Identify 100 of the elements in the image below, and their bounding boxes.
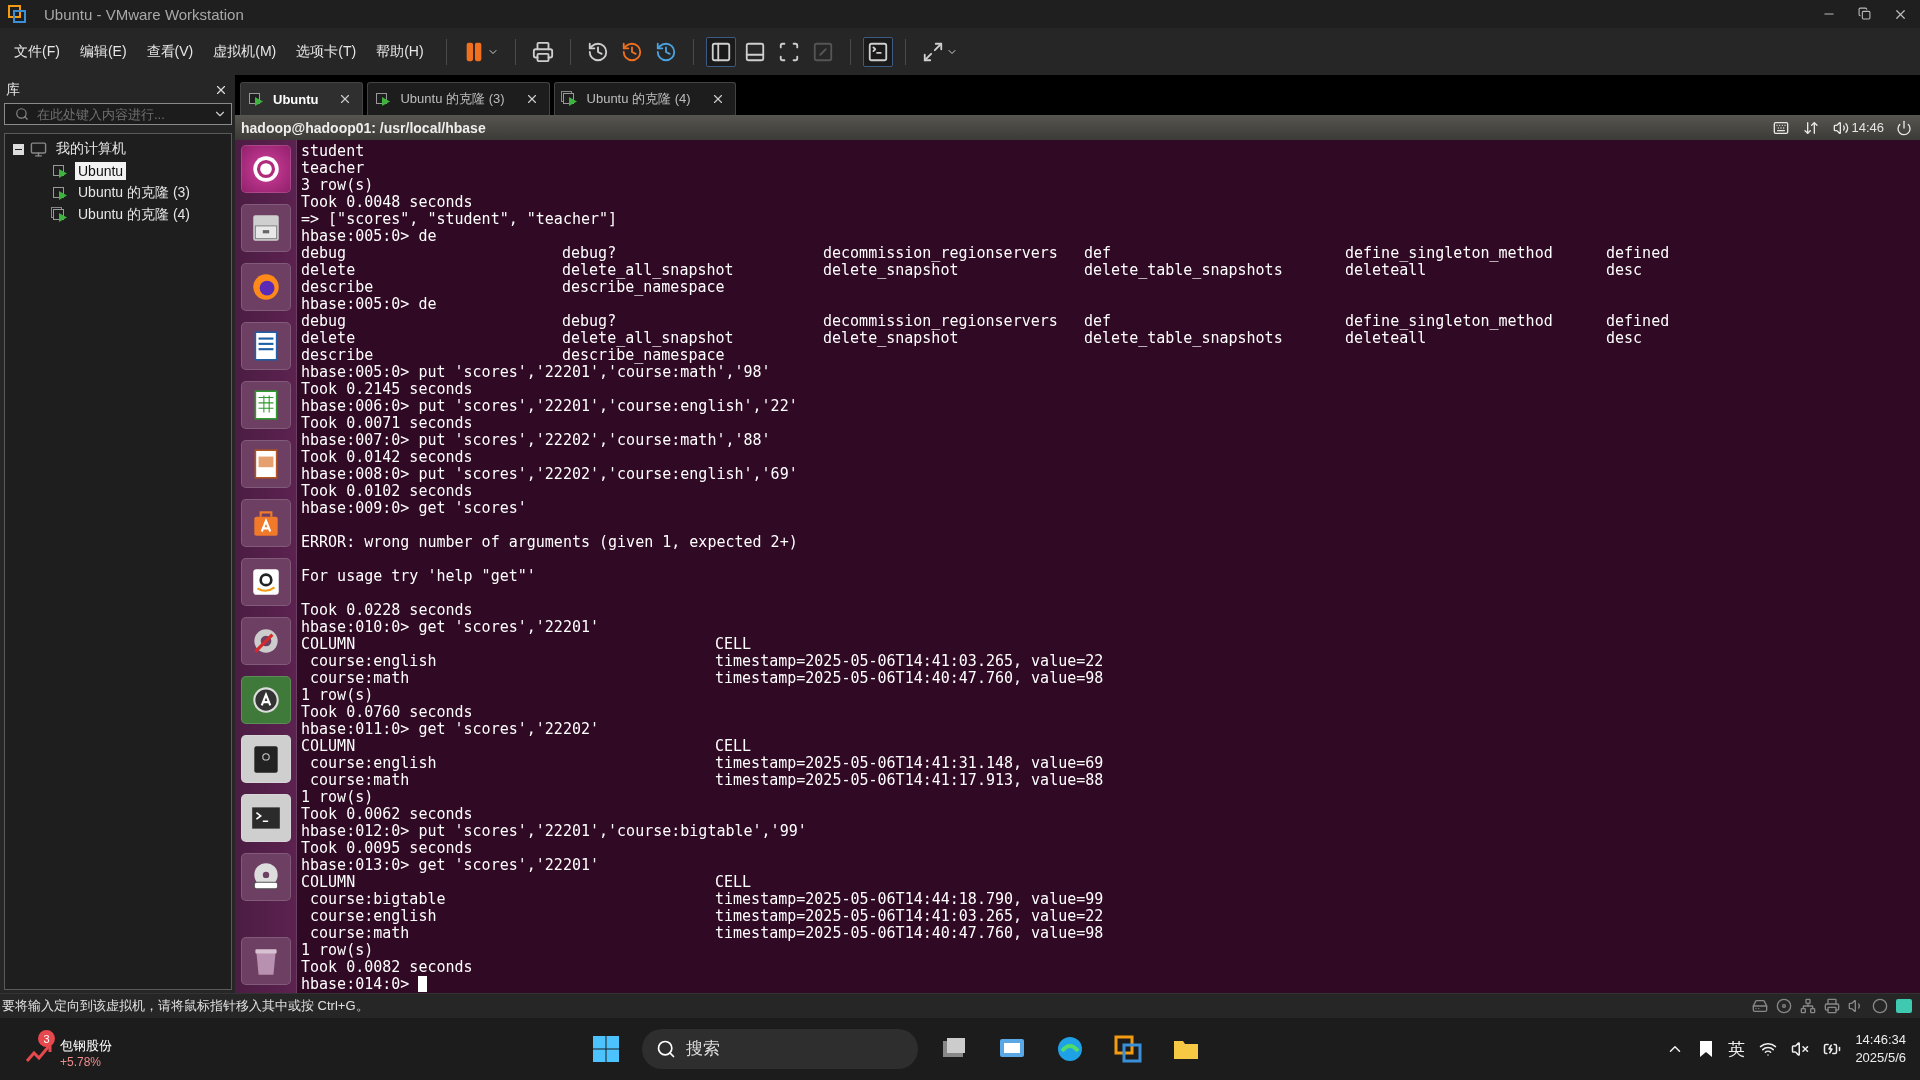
- completion-item: delete_table_snapshots: [1084, 330, 1284, 347]
- terminal-line: => ["scores", "student", "teacher"]: [301, 211, 618, 228]
- tree-item[interactable]: 我的计算机: [53, 139, 129, 159]
- result-cell-text: course:math: [309, 772, 411, 789]
- terminal-line: hbase:013:0> get 'scores','22201': [301, 857, 599, 874]
- menu-item[interactable]: 帮助(H): [370, 38, 430, 65]
- muted-volume-icon[interactable]: [1791, 1040, 1810, 1058]
- vm-tab[interactable]: Ubuntu: [240, 82, 364, 115]
- vm-icon: [247, 91, 265, 107]
- result-cell: CELL: [715, 738, 752, 755]
- terminal-line: 1 row(s): [301, 687, 374, 704]
- search-icon: [15, 107, 29, 121]
- volume-icon[interactable]: [1833, 119, 1850, 136]
- result-cell: timestamp=2025-05-06T14:41:31.148, value=69: [715, 755, 1104, 772]
- terminal-prompt: hbase:014:0>: [301, 976, 410, 993]
- printer-icon[interactable]: [1824, 998, 1840, 1014]
- launcher-item[interactable]: [240, 617, 291, 665]
- launcher-item[interactable]: [240, 499, 291, 547]
- result-cell: timestamp=2025-05-06T14:41:17.913, value=88: [715, 772, 1104, 789]
- tree-item[interactable]: Ubuntu: [75, 162, 127, 180]
- terminal-line: hbase:006:0> put 'scores','22201','course:english','22': [301, 398, 798, 415]
- result-cell: timestamp=2025-05-06T14:40:47.760, value=98: [715, 925, 1104, 942]
- wifi-icon[interactable]: [1759, 1040, 1778, 1058]
- completion-item: debug: [301, 313, 348, 330]
- menu-item[interactable]: 查看(V): [140, 38, 200, 65]
- terminal-line: Took 0.2145 seconds: [301, 381, 473, 398]
- completion-item: debug?: [562, 313, 618, 330]
- launcher-item[interactable]: [240, 558, 291, 606]
- result-cell: CELL: [715, 874, 752, 891]
- menu-item[interactable]: 选项卡(T): [290, 38, 363, 65]
- result-cell-text: course:english: [309, 653, 438, 670]
- vm-tab[interactable]: Ubuntu 的克隆 (4): [553, 82, 736, 115]
- search-field[interactable]: 搜索: [684, 1038, 884, 1060]
- library-view-button[interactable]: [705, 36, 736, 67]
- terminal-line: Took 0.0760 seconds: [301, 704, 473, 721]
- launcher-item[interactable]: [240, 794, 291, 842]
- taskbar-clock[interactable]: 14:46:34 2025/5/6: [1855, 1031, 1906, 1067]
- library-title: 库: [6, 81, 20, 99]
- launcher-item[interactable]: [240, 853, 291, 901]
- result-cell-text: course:bigtable: [309, 891, 447, 908]
- terminal-line: 1 row(s): [301, 942, 374, 959]
- menu-item[interactable]: 文件(F): [8, 38, 66, 65]
- launcher-item[interactable]: [240, 381, 291, 429]
- terminal-line: 3 row(s): [301, 177, 374, 194]
- terminal-line: hbase:005:0> de: [301, 296, 437, 313]
- terminal-line: teacher: [301, 160, 365, 177]
- launcher-item[interactable]: [240, 735, 291, 783]
- result-cell-text: course:english: [309, 755, 438, 772]
- disc-icon[interactable]: [1776, 998, 1792, 1014]
- stock-change: +5.78%: [60, 1055, 103, 1069]
- terminal-line: Took 0.0071 seconds: [301, 415, 473, 432]
- window-title: Ubuntu - VMware Workstation: [44, 5, 245, 23]
- search-field[interactable]: 在此处键入内容进行...: [35, 105, 207, 123]
- launcher-item[interactable]: [240, 322, 291, 370]
- terminal-window[interactable]: [297, 140, 1920, 993]
- tree-item[interactable]: Ubuntu 的克隆 (3): [75, 183, 194, 203]
- terminal-line: hbase:010:0> get 'scores','22201': [301, 619, 599, 636]
- completion-item: delete_snapshot: [823, 330, 959, 347]
- tree-item[interactable]: Ubuntu 的克隆 (4): [75, 205, 194, 225]
- launcher-item[interactable]: [240, 676, 291, 724]
- keyboard-icon[interactable]: [1773, 119, 1790, 136]
- result-cell-text: COLUMN: [301, 738, 357, 755]
- search-box[interactable]: 在此处键入内容进行...: [4, 103, 232, 125]
- circle-icon[interactable]: [1872, 998, 1888, 1014]
- search-icon: [656, 1039, 676, 1059]
- launcher-item[interactable]: [240, 204, 291, 252]
- completion-item: describe: [301, 347, 375, 364]
- terminal-line: Took 0.0095 seconds: [301, 840, 473, 857]
- launcher-item[interactable]: [240, 440, 291, 488]
- result-cell-text: course:math: [309, 670, 411, 687]
- panel-title: hadoop@hadoop01: /usr/local/hbase: [241, 119, 487, 136]
- terminal-line: ERROR: wrong number of arguments (given 1, expected 2+): [301, 534, 798, 551]
- tree-toggle[interactable]: [13, 143, 24, 155]
- panel-clock[interactable]: 14:46: [1851, 120, 1884, 135]
- console-view-button[interactable]: [862, 36, 893, 67]
- restore-icon[interactable]: [1858, 6, 1871, 20]
- launcher-item[interactable]: [240, 145, 291, 193]
- completion-item: desc: [1606, 262, 1644, 279]
- completion-item: delete: [301, 330, 357, 347]
- launcher-item[interactable]: [240, 937, 291, 985]
- terminal-line: Took 0.0082 seconds: [301, 959, 473, 976]
- status-message: 要将输入定向到该虚拟机，请将鼠标指针移入其中或按 Ctrl+G。: [2, 997, 370, 1015]
- taskbar-search[interactable]: 搜索: [642, 1029, 918, 1069]
- input-method-indicator[interactable]: 英: [1728, 1037, 1746, 1061]
- power-icon[interactable]: [1896, 119, 1912, 136]
- close-icon[interactable]: [214, 83, 228, 97]
- menu-item[interactable]: 编辑(E): [73, 38, 133, 65]
- network-icon[interactable]: [1803, 119, 1820, 136]
- stock-widget[interactable]: 3 包钢股份 +5.78%: [24, 1027, 118, 1071]
- vm-tab[interactable]: Ubuntu 的克隆 (3): [367, 82, 550, 115]
- menu-item[interactable]: 虚拟机(M): [207, 38, 283, 65]
- bookmark-icon[interactable]: [1698, 1040, 1715, 1058]
- completion-item: delete_table_snapshots: [1084, 262, 1284, 279]
- terminal-line: Took 0.0048 seconds: [301, 194, 473, 211]
- completion-item: def: [1084, 313, 1113, 330]
- terminal-line: hbase:009:0> get 'scores': [301, 500, 527, 517]
- network-icon[interactable]: [1800, 998, 1816, 1014]
- completion-item: debug: [301, 245, 348, 262]
- terminal-line: student: [301, 143, 365, 160]
- completion-item: describe_namespace: [562, 279, 725, 296]
